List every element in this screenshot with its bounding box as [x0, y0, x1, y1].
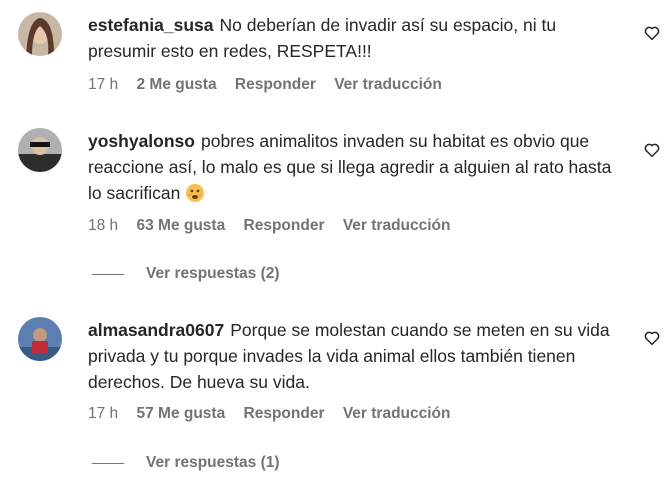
- sad-face-emoji: [186, 184, 205, 202]
- likes-count[interactable]: 2 Me gusta: [136, 76, 216, 93]
- view-replies-label[interactable]: Ver respuestas (2): [146, 265, 280, 283]
- comment-body: almasandra0607 Porque se molestan cuando …: [88, 317, 628, 395]
- replies-divider: [92, 462, 124, 464]
- comment-meta: 17 h 57 Me gusta Responder Ver traducció…: [88, 405, 465, 423]
- likes-count[interactable]: 57 Me gusta: [136, 405, 225, 422]
- comment-username[interactable]: yoshyalonso: [88, 131, 195, 151]
- reply-button[interactable]: Responder: [244, 405, 325, 422]
- avatar[interactable]: [18, 12, 62, 56]
- view-replies-button[interactable]: Ver respuestas (1): [92, 454, 280, 472]
- comment-meta: 18 h 63 Me gusta Responder Ver traducció…: [88, 217, 465, 235]
- avatar[interactable]: [18, 317, 62, 361]
- view-replies-button[interactable]: Ver respuestas (2): [92, 265, 280, 283]
- reply-button[interactable]: Responder: [235, 76, 316, 93]
- comment-meta: 17 h 2 Me gusta Responder Ver traducción: [88, 76, 456, 94]
- avatar[interactable]: [18, 128, 62, 172]
- comment-username[interactable]: estefania_susa: [88, 15, 214, 35]
- view-replies-label[interactable]: Ver respuestas (1): [146, 454, 280, 472]
- comment-body: estefania_susa No deberían de invadir así…: [88, 12, 628, 64]
- comment-time: 17 h: [88, 405, 119, 422]
- translate-button[interactable]: Ver traducción: [343, 217, 451, 234]
- heart-outline-icon[interactable]: [643, 24, 661, 42]
- heart-outline-icon[interactable]: [643, 329, 661, 347]
- reply-button[interactable]: Responder: [244, 217, 325, 234]
- replies-divider: [92, 273, 124, 275]
- likes-count[interactable]: 63 Me gusta: [136, 217, 225, 234]
- translate-button[interactable]: Ver traducción: [343, 405, 451, 422]
- comment-time: 18 h: [88, 217, 119, 234]
- translate-button[interactable]: Ver traducción: [334, 76, 442, 93]
- heart-outline-icon[interactable]: [643, 141, 661, 159]
- comment-username[interactable]: almasandra0607: [88, 320, 224, 340]
- comment-time: 17 h: [88, 76, 119, 93]
- comment-body: yoshyalonso pobres animalitos invaden su …: [88, 128, 628, 206]
